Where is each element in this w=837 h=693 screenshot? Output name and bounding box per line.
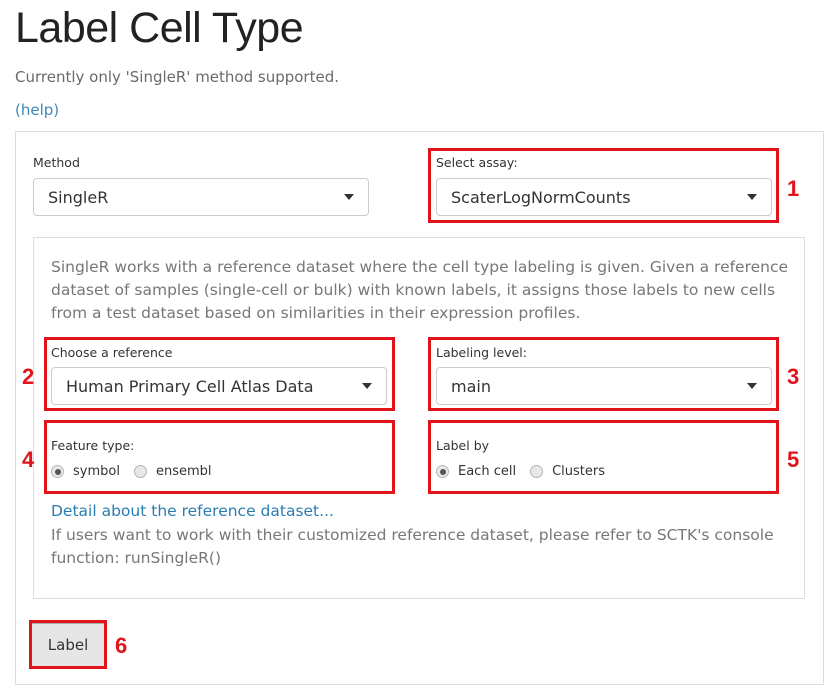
annotation-number-5: 5	[787, 447, 800, 472]
help-link[interactable]: (help)	[15, 101, 59, 119]
label-by-radio-each-cell[interactable]	[436, 465, 449, 478]
annotation-number-1: 1	[787, 176, 800, 201]
feature-type-label: Feature type:	[51, 438, 135, 453]
labeling-level-select[interactable]: main	[436, 367, 772, 405]
method-label: Method	[33, 155, 80, 170]
labeling-level-label: Labeling level:	[436, 345, 527, 360]
reference-detail-link[interactable]: Detail about the reference dataset...	[51, 502, 334, 520]
custom-reference-info: If users want to work with their customi…	[51, 526, 774, 567]
method-select[interactable]: SingleR	[33, 178, 369, 216]
labeling-level-select-value: main	[451, 376, 491, 396]
method-select-value: SingleR	[48, 187, 109, 207]
page-title: Label Cell Type	[15, 4, 304, 52]
assay-select[interactable]: ScaterLogNormCounts	[436, 178, 772, 216]
annotation-number-6: 6	[115, 633, 128, 658]
feature-type-radio-symbol[interactable]	[51, 465, 64, 478]
reference-label: Choose a reference	[51, 345, 173, 360]
annotation-number-4: 4	[22, 447, 35, 472]
label-by-option-label: Each cell	[458, 464, 517, 479]
chevron-down-icon	[344, 194, 354, 200]
feature-type-option-label: symbol	[73, 464, 120, 479]
page-subtitle: Currently only 'SingleR' method supporte…	[15, 68, 340, 86]
annotation-number-2: 2	[22, 364, 35, 389]
reference-select-value: Human Primary Cell Atlas Data	[66, 376, 314, 396]
chevron-down-icon	[362, 383, 372, 389]
assay-select-value: ScaterLogNormCounts	[451, 187, 631, 207]
chevron-down-icon	[747, 383, 757, 389]
chevron-down-icon	[747, 194, 757, 200]
label-by-radio-group: Each cell Clusters	[436, 464, 619, 479]
reference-select[interactable]: Human Primary Cell Atlas Data	[51, 367, 387, 405]
assay-label: Select assay:	[436, 155, 518, 170]
singler-description: SingleR works with a reference dataset w…	[51, 258, 789, 322]
label-by-label: Label by	[436, 438, 490, 453]
label-button[interactable]: Label	[31, 623, 105, 667]
feature-type-radio-ensembl[interactable]	[133, 465, 147, 478]
annotation-number-3: 3	[787, 364, 800, 389]
label-by-radio-clusters[interactable]	[530, 465, 544, 478]
feature-type-option-label: ensembl	[155, 464, 212, 479]
label-by-option-label: Clusters	[552, 464, 605, 479]
feature-type-radio-group: symbol ensembl	[51, 464, 226, 479]
